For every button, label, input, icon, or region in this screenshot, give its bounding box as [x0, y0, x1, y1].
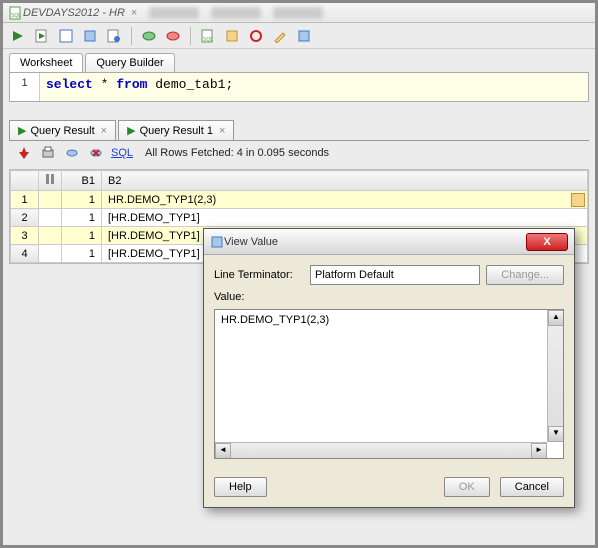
commit-icon[interactable] [140, 27, 158, 45]
tab-query-builder[interactable]: Query Builder [85, 53, 174, 72]
pin-icon[interactable] [15, 144, 33, 162]
cell-b1[interactable]: 1 [62, 227, 102, 245]
dialog-buttons: Help OK Cancel [204, 469, 574, 507]
result-tabs: ▶ Query Result × ▶ Query Result 1 × [9, 120, 589, 140]
line-terminator-label: Line Terminator: [214, 269, 304, 281]
cancel-query-icon[interactable] [87, 144, 105, 162]
run-icon[interactable] [9, 27, 27, 45]
play-icon: ▶ [18, 124, 26, 137]
change-button: Change... [486, 265, 564, 285]
svg-text:SQL: SQL [11, 13, 21, 19]
sql-file-icon: SQL [9, 6, 23, 20]
cell-b2[interactable]: [HR.DEMO_TYP1] [102, 209, 588, 227]
tab-close-icon[interactable]: × [131, 7, 137, 19]
value-content[interactable]: HR.DEMO_TYP1(2,3) [215, 310, 563, 442]
line-gutter: 1 [10, 73, 40, 101]
result-toolbar: SQL All Rows Fetched: 4 in 0.095 seconds [9, 140, 589, 165]
sql-tuning-icon[interactable] [105, 27, 123, 45]
dialog-titlebar[interactable]: View Value X [204, 229, 574, 255]
unshared-worksheet-icon[interactable]: SQL [199, 27, 217, 45]
edit-pencil-icon[interactable] [571, 193, 585, 207]
vertical-scrollbar[interactable]: ▲ ▼ [547, 310, 563, 442]
history-icon[interactable] [247, 27, 265, 45]
col-header-b2[interactable]: B2 [102, 171, 588, 191]
cell-b1[interactable]: 1 [62, 245, 102, 263]
horizontal-scrollbar[interactable]: ◄ ► [215, 442, 547, 458]
rollback-icon[interactable] [164, 27, 182, 45]
cell-b2[interactable]: HR.DEMO_TYP1(2,3) [102, 191, 588, 209]
autotrace-icon[interactable] [81, 27, 99, 45]
close-icon[interactable]: × [101, 125, 107, 137]
dialog-title: View Value [224, 236, 526, 248]
value-textarea[interactable]: HR.DEMO_TYP1(2,3) ▲ ▼ ◄ ► [214, 309, 564, 459]
value-label: Value: [214, 291, 304, 303]
separator [190, 27, 191, 45]
fetch-status: All Rows Fetched: 4 in 0.095 seconds [145, 147, 329, 159]
help-button[interactable]: Help [214, 477, 267, 497]
svg-text:SQL: SQL [203, 37, 213, 43]
keyword: from [116, 77, 147, 92]
separator [131, 27, 132, 45]
cell-b1[interactable]: 1 [62, 209, 102, 227]
keyword: select [46, 77, 93, 92]
scroll-up-icon[interactable]: ▲ [548, 310, 564, 326]
row-number: 2 [11, 209, 39, 227]
sql-code[interactable]: select * from demo_tab1; [40, 73, 239, 101]
result-tab-label: Query Result [30, 125, 94, 137]
ok-button: OK [444, 477, 490, 497]
main-toolbar: SQL [3, 23, 595, 49]
row-number: 1 [11, 191, 39, 209]
result-tab-label: Query Result 1 [140, 125, 213, 137]
clear-icon[interactable] [223, 27, 241, 45]
blurred-tab [211, 7, 261, 19]
grid-corner [11, 171, 39, 191]
cell-b1[interactable]: 1 [62, 191, 102, 209]
row-marker [39, 209, 62, 227]
window-title: DEVDAYS2012 - HR [23, 7, 125, 19]
row-number: 4 [11, 245, 39, 263]
print-icon[interactable] [39, 144, 57, 162]
sql-editor[interactable]: 1 select * from demo_tab1; [9, 72, 589, 102]
result-tab-1[interactable]: ▶ Query Result 1 × [118, 120, 234, 140]
worksheet-tabs: Worksheet Query Builder [9, 53, 589, 72]
window-titlebar: SQL DEVDAYS2012 - HR × [3, 3, 595, 23]
sql-link[interactable]: SQL [111, 147, 133, 159]
blurred-tab [149, 7, 199, 19]
line-terminator-field[interactable] [310, 265, 480, 285]
result-tab-0[interactable]: ▶ Query Result × [9, 120, 116, 140]
scroll-down-icon[interactable]: ▼ [548, 426, 564, 442]
dialog-body: Line Terminator: Change... Value: HR.DEM… [204, 255, 574, 469]
row-marker [39, 191, 62, 209]
scroll-right-icon[interactable]: ► [531, 443, 547, 459]
edit-icon[interactable] [271, 27, 289, 45]
play-icon: ▶ [127, 124, 135, 137]
blurred-tab [273, 7, 323, 19]
table-row[interactable]: 1 1 HR.DEMO_TYP1(2,3) [11, 191, 588, 209]
explain-plan-icon[interactable] [57, 27, 75, 45]
table-row[interactable]: 2 1 [HR.DEMO_TYP1] [11, 209, 588, 227]
run-script-icon[interactable] [33, 27, 51, 45]
row-marker [39, 227, 62, 245]
close-icon[interactable]: × [219, 125, 225, 137]
grid-marker-col [39, 171, 62, 191]
refresh-icon[interactable] [63, 144, 81, 162]
tab-worksheet[interactable]: Worksheet [9, 53, 83, 72]
col-header-b1[interactable]: B1 [62, 171, 102, 191]
settings-icon[interactable] [295, 27, 313, 45]
row-number: 3 [11, 227, 39, 245]
scroll-left-icon[interactable]: ◄ [215, 443, 231, 459]
dialog-close-button[interactable]: X [526, 233, 568, 251]
cancel-button[interactable]: Cancel [500, 477, 564, 497]
view-value-dialog: View Value X Line Terminator: Change... … [203, 228, 575, 508]
dialog-icon [210, 235, 224, 249]
row-marker [39, 245, 62, 263]
